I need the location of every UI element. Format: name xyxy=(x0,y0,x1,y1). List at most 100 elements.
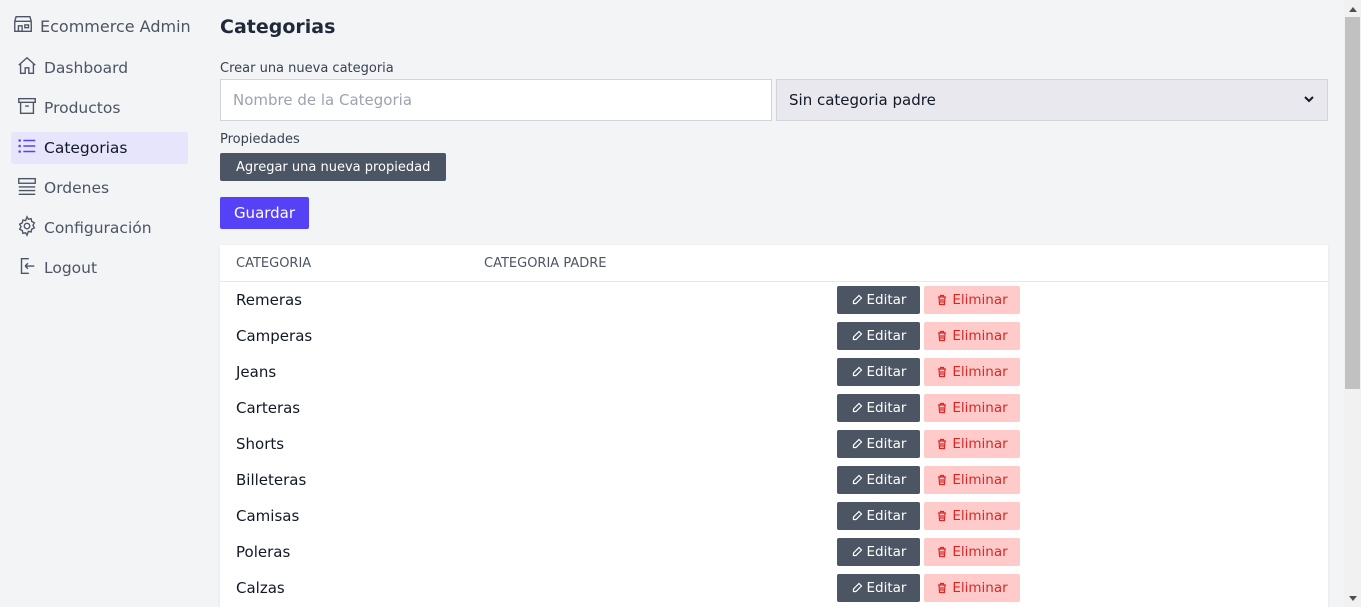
delete-button[interactable]: Eliminar xyxy=(924,574,1020,602)
edit-label: Editar xyxy=(866,508,907,524)
sidebar-item-logout[interactable]: Logout xyxy=(11,252,188,284)
delete-label: Eliminar xyxy=(952,544,1008,560)
delete-button[interactable]: Eliminar xyxy=(924,430,1020,458)
trash-icon xyxy=(936,330,948,342)
table-row: Remeras Editar Eliminar xyxy=(220,282,1328,318)
new-category-label: Crear una nueva categoria xyxy=(220,61,394,76)
delete-label: Eliminar xyxy=(952,292,1008,308)
delete-label: Eliminar xyxy=(952,508,1008,524)
scroll-thumb[interactable] xyxy=(1345,17,1360,389)
categories-table: CATEGORIA CATEGORIA PADRE Remeras Editar E… xyxy=(220,245,1328,607)
trash-icon xyxy=(936,582,948,594)
trash-icon xyxy=(936,294,948,306)
edit-label: Editar xyxy=(866,364,907,380)
pencil-icon xyxy=(851,294,863,306)
pencil-icon xyxy=(851,402,863,414)
scroll-down-arrow-icon[interactable] xyxy=(1344,590,1361,607)
page-title: Categorias xyxy=(220,16,336,38)
parent-category-select[interactable]: Sin categoria padre xyxy=(776,79,1328,121)
delete-label: Eliminar xyxy=(952,328,1008,344)
sidebar-item-ordenes[interactable]: Ordenes xyxy=(11,172,188,204)
category-name-cell: Camperas xyxy=(236,327,313,345)
gear-icon xyxy=(16,215,38,241)
table-header: CATEGORIA CATEGORIA PADRE xyxy=(220,245,1328,282)
properties-label: Propiedades xyxy=(220,132,300,147)
trash-icon xyxy=(936,510,948,522)
category-name-input[interactable] xyxy=(220,79,772,121)
chevron-down-icon xyxy=(1303,91,1315,109)
sidebar-item-label: Ordenes xyxy=(44,179,110,197)
edit-button[interactable]: Editar xyxy=(837,430,920,458)
edit-button[interactable]: Editar xyxy=(837,286,920,314)
delete-button[interactable]: Eliminar xyxy=(924,466,1020,494)
parent-category-value: Sin categoria padre xyxy=(789,91,936,109)
pencil-icon xyxy=(851,546,863,558)
delete-button[interactable]: Eliminar xyxy=(924,502,1020,530)
queue-list-icon xyxy=(16,175,38,201)
archive-box-icon xyxy=(16,95,38,121)
edit-button[interactable]: Editar xyxy=(837,502,920,530)
edit-button[interactable]: Editar xyxy=(837,322,920,350)
category-name-cell: Carteras xyxy=(236,399,301,417)
delete-label: Eliminar xyxy=(952,436,1008,452)
list-icon xyxy=(16,135,38,161)
table-row: Poleras Editar Eliminar xyxy=(220,534,1328,570)
page-scrollbar[interactable] xyxy=(1344,0,1361,607)
edit-label: Editar xyxy=(866,472,907,488)
trash-icon xyxy=(936,402,948,414)
pencil-icon xyxy=(851,510,863,522)
category-name-cell: Shorts xyxy=(236,435,285,453)
pencil-icon xyxy=(851,438,863,450)
column-header-categoria: CATEGORIA xyxy=(236,256,312,271)
edit-label: Editar xyxy=(866,436,907,452)
delete-label: Eliminar xyxy=(952,364,1008,380)
sidebar-item-label: Dashboard xyxy=(44,59,129,77)
logout-icon xyxy=(16,255,38,281)
pencil-icon xyxy=(851,474,863,486)
brand[interactable]: Ecommerce Admin xyxy=(12,13,191,39)
delete-button[interactable]: Eliminar xyxy=(924,322,1020,350)
trash-icon xyxy=(936,366,948,378)
sidebar-item-dashboard[interactable]: Dashboard xyxy=(11,52,188,84)
add-property-button[interactable]: Agregar una nueva propiedad xyxy=(220,153,447,181)
save-button[interactable]: Guardar xyxy=(220,197,309,229)
delete-button[interactable]: Eliminar xyxy=(924,358,1020,386)
category-name-cell: Calzas xyxy=(236,579,285,597)
table-row: Carteras Editar Eliminar xyxy=(220,390,1328,426)
edit-button[interactable]: Editar xyxy=(837,394,920,422)
brand-title: Ecommerce Admin xyxy=(40,16,191,36)
category-name-cell: Poleras xyxy=(236,543,291,561)
edit-label: Editar xyxy=(866,292,907,308)
delete-button[interactable]: Eliminar xyxy=(924,538,1020,566)
table-row: Jeans Editar Eliminar xyxy=(220,354,1328,390)
home-icon xyxy=(16,55,38,81)
edit-button[interactable]: Editar xyxy=(837,538,920,566)
sidebar-item-configuracion[interactable]: Configuración xyxy=(11,212,188,244)
edit-button[interactable]: Editar xyxy=(837,358,920,386)
edit-label: Editar xyxy=(866,400,907,416)
sidebar-item-label: Configuración xyxy=(44,219,152,237)
table-body: Remeras Editar Eliminar Camperas Editar Elimi… xyxy=(220,282,1328,606)
edit-label: Editar xyxy=(866,544,907,560)
pencil-icon xyxy=(851,366,863,378)
edit-label: Editar xyxy=(866,580,907,596)
scroll-up-arrow-icon[interactable] xyxy=(1344,0,1361,17)
delete-label: Eliminar xyxy=(952,472,1008,488)
delete-button[interactable]: Eliminar xyxy=(924,286,1020,314)
delete-label: Eliminar xyxy=(952,580,1008,596)
delete-label: Eliminar xyxy=(952,400,1008,416)
column-header-categoria-padre: CATEGORIA PADRE xyxy=(484,256,607,271)
delete-button[interactable]: Eliminar xyxy=(924,394,1020,422)
pencil-icon xyxy=(851,582,863,594)
sidebar-item-categorias[interactable]: Categorias xyxy=(11,132,188,164)
pencil-icon xyxy=(851,330,863,342)
sidebar-item-productos[interactable]: Productos xyxy=(11,92,188,124)
table-row: Billeteras Editar Eliminar xyxy=(220,462,1328,498)
trash-icon xyxy=(936,438,948,450)
edit-button[interactable]: Editar xyxy=(837,574,920,602)
table-row: Shorts Editar Eliminar xyxy=(220,426,1328,462)
category-name-cell: Camisas xyxy=(236,507,300,525)
edit-button[interactable]: Editar xyxy=(837,466,920,494)
sidebar: Ecommerce Admin Dashboard Productos Cate… xyxy=(0,0,200,607)
table-row: Camisas Editar Eliminar xyxy=(220,498,1328,534)
